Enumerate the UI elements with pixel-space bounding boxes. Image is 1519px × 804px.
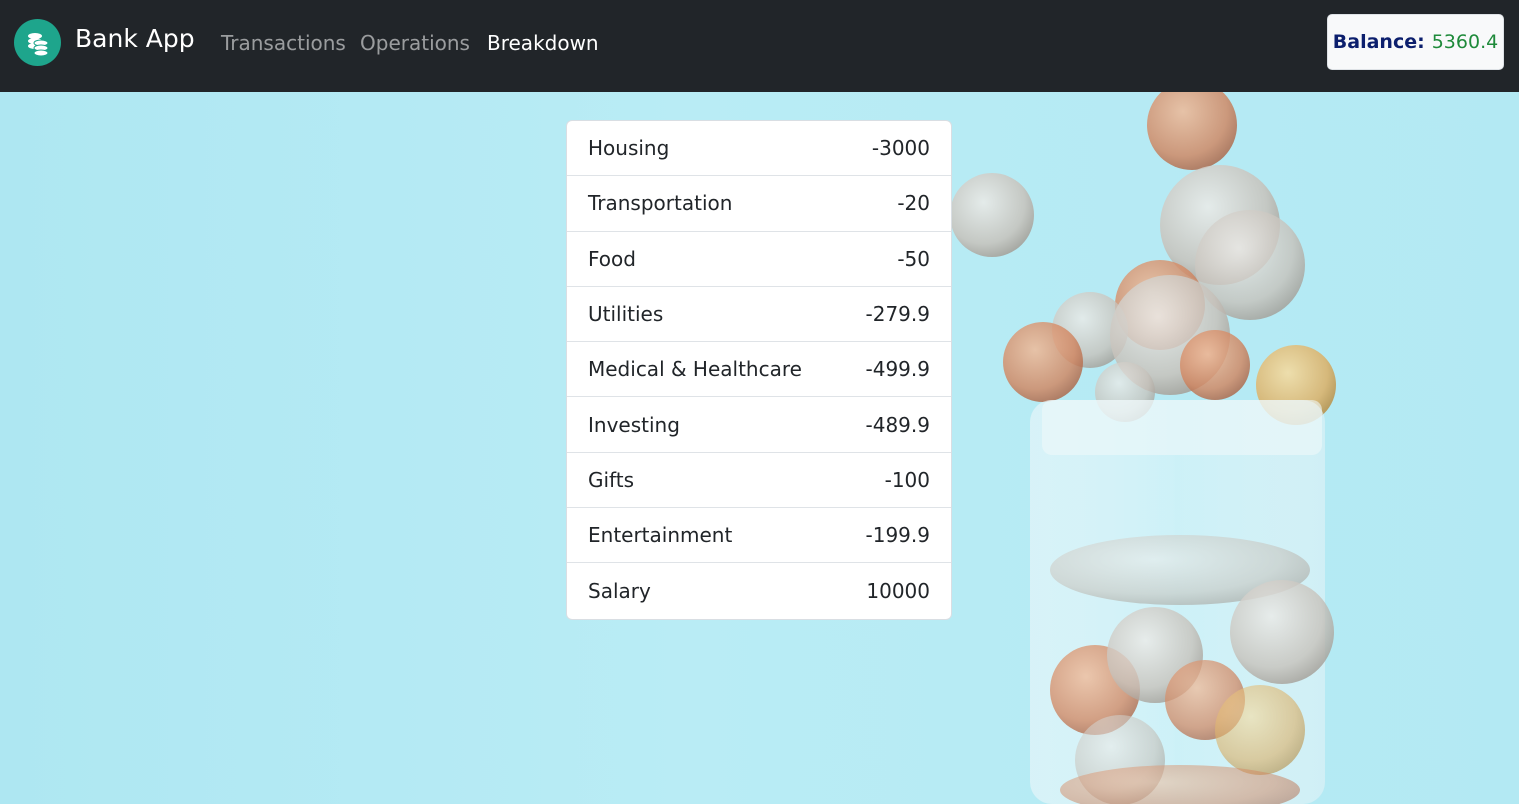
category-amount: -499.9 xyxy=(865,357,930,382)
category-amount: -3000 xyxy=(871,136,930,161)
brand-title[interactable]: Bank App xyxy=(75,24,195,53)
nav-link-breakdown[interactable]: Breakdown xyxy=(487,31,599,55)
list-item: Housing -3000 xyxy=(567,121,951,177)
list-item: Entertainment -199.9 xyxy=(567,508,951,564)
category-name: Housing xyxy=(588,136,670,161)
category-amount: -489.9 xyxy=(865,412,930,437)
category-amount: 10000 xyxy=(866,579,930,604)
list-item: Transportation -20 xyxy=(567,176,951,232)
list-item: Salary 10000 xyxy=(567,563,951,618)
balance-label: Balance: xyxy=(1332,31,1425,53)
category-name: Utilities xyxy=(588,302,664,327)
breakdown-list: Housing -3000 Transportation -20 Food -5… xyxy=(566,120,952,620)
list-item: Investing -489.9 xyxy=(567,397,951,453)
list-item: Gifts -100 xyxy=(567,453,951,509)
nav-link-transactions[interactable]: Transactions xyxy=(221,31,346,55)
balance-display: Balance: 5360.4 xyxy=(1327,14,1504,70)
balance-value: 5360.4 xyxy=(1431,31,1499,53)
category-amount: -100 xyxy=(884,467,930,492)
list-item: Food -50 xyxy=(567,232,951,287)
category-name: Entertainment xyxy=(588,523,733,548)
list-item: Medical & Healthcare -499.9 xyxy=(567,342,951,398)
top-navbar: Bank App Transactions Operations Breakdo… xyxy=(0,0,1519,92)
list-item: Utilities -279.9 xyxy=(567,287,951,343)
category-name: Food xyxy=(588,246,636,271)
nav-link-operations[interactable]: Operations xyxy=(360,31,470,55)
category-name: Salary xyxy=(588,579,651,604)
category-amount: -50 xyxy=(897,246,930,271)
category-name: Medical & Healthcare xyxy=(588,357,802,382)
category-name: Investing xyxy=(588,412,680,437)
category-name: Transportation xyxy=(588,191,733,216)
coins-stack-icon[interactable] xyxy=(14,19,61,66)
category-name: Gifts xyxy=(588,467,635,492)
category-amount: -279.9 xyxy=(865,302,930,327)
category-amount: -199.9 xyxy=(865,523,930,548)
category-amount: -20 xyxy=(897,191,930,216)
